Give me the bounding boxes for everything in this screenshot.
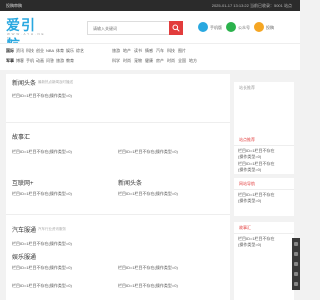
nav-item[interactable]: 综艺 <box>76 48 84 54</box>
wechat-icon <box>226 22 236 32</box>
main-content: 新闻头条 最新热点新闻及时播送 栏目ID=1栏目不存在(操作类型=0) 故事汇 … <box>6 74 230 300</box>
divider <box>234 233 294 234</box>
nav-item[interactable]: 资讯 <box>16 48 24 54</box>
sidebar-card-nav: 网站导航 栏目ID=1栏目不存在 (操作类型=0) <box>234 178 294 216</box>
section-desc: 汽车行业资讯服务 <box>38 227 66 231</box>
search-input[interactable] <box>88 22 170 34</box>
contribute-label: 投稿 <box>266 25 274 30</box>
nav-item[interactable]: 问答 <box>46 58 54 64</box>
card-line: (操作类型=0) <box>238 167 262 172</box>
mobile-label: 手机版 <box>210 25 222 30</box>
wechat-label: 公众号 <box>238 25 250 30</box>
divider <box>234 145 294 146</box>
divider <box>234 189 294 190</box>
card-title: 站长推荐 <box>239 85 255 90</box>
nav-item[interactable]: NBA <box>46 48 54 53</box>
nav-item[interactable]: 军事 <box>6 58 14 64</box>
list-item[interactable]: 栏目ID=1栏目不存在(操作类型=0) <box>12 264 72 271</box>
back-to-top-icon[interactable] <box>294 282 298 286</box>
search-box <box>87 21 183 35</box>
sidebar-card-recommend: 站长推荐 <box>234 82 294 134</box>
sidebar-card-stories: 故事汇 栏目ID=1栏目不存在 (操作类型=0) <box>234 222 294 300</box>
nav-item[interactable]: 读书 <box>134 48 142 54</box>
nav-item[interactable]: 博客 <box>16 58 24 64</box>
nav-item[interactable]: 娱乐 <box>66 48 74 54</box>
card-line: (操作类型=0) <box>238 198 262 203</box>
card-line: (操作类型=0) <box>238 154 262 159</box>
qr-icon[interactable] <box>294 242 298 246</box>
section-title-2: 新闻头条 <box>118 181 143 187</box>
card-line: (操作类型=0) <box>238 242 262 247</box>
header-links: 手机版 公众号 投稿 <box>198 21 278 35</box>
section-title: 娱乐服通 <box>12 255 37 261</box>
list-item[interactable]: 栏目ID=1栏目不存在(操作类型=0) <box>118 264 178 271</box>
search-button[interactable] <box>169 21 183 35</box>
nav-item[interactable]: 科技 <box>167 48 175 54</box>
nav-item[interactable]: 科技 <box>26 48 34 54</box>
nav-item[interactable]: 图片 <box>178 48 186 54</box>
list-item[interactable]: 栏目ID=1栏目不存在(操作类型=0) <box>12 282 72 289</box>
comment-icon[interactable] <box>294 262 298 266</box>
list-item[interactable]: 栏目ID=1栏目不存在(操作类型=0) <box>12 148 72 155</box>
site-status: 2025-01-17 13:13:22 当前已收录：5001 站点 <box>211 3 292 8</box>
nav-item[interactable]: 时尚 <box>167 58 175 64</box>
list-item[interactable]: 栏目ID=1栏目不存在(操作类型=0) <box>12 190 72 197</box>
nav-item[interactable]: 全国 <box>178 58 186 64</box>
nav-item[interactable]: 情感 <box>145 48 153 54</box>
nav-item[interactable]: 国际 <box>6 48 14 54</box>
nav-item[interactable]: 旅游 <box>112 48 120 54</box>
list-item[interactable]: 栏目ID=1栏目不存在(操作类型=0) <box>118 282 178 289</box>
nav-item[interactable]: 地方 <box>189 58 197 64</box>
nav-item[interactable]: 体育 <box>56 48 64 54</box>
category-nav: 国际 资讯 科技 创业 NBA 体育 娱乐 综艺 军事 博客 手机 动画 问答 旅游 教育 旅游 地产 读书 情感汽… <box>0 43 300 70</box>
logo-subtext: W W W . A Y H . N E T <box>7 32 45 40</box>
nav-item[interactable]: 旅游 <box>56 58 64 64</box>
section-title: 故事汇 <box>12 135 31 141</box>
header: 爱引航 W W W . A Y H . N E T 手机版 公众号 投稿 <box>0 11 300 54</box>
nav-item[interactable]: 动画 <box>36 58 44 64</box>
section-desc: 最新热点新闻及时播送 <box>38 80 73 84</box>
submit-review-link[interactable]: 投稿审稿 <box>6 3 22 9</box>
share-icon[interactable] <box>294 252 298 256</box>
nav-item[interactable]: 科学 <box>112 58 120 64</box>
list-item[interactable]: 栏目ID=1栏目不存在(操作类型=0) <box>118 148 178 155</box>
section-title: 新闻头条 <box>12 81 37 87</box>
nav-item[interactable]: 房产 <box>156 58 164 64</box>
top-icon[interactable] <box>294 272 298 276</box>
submit-icon <box>254 22 264 32</box>
divider <box>6 122 230 123</box>
nav-item[interactable]: 健康 <box>145 58 153 64</box>
nav-item[interactable]: 手机 <box>26 58 34 64</box>
floating-toolbar[interactable] <box>292 238 300 290</box>
sidebar: 站长推荐 站点推荐 栏目ID=1栏目不存在 (操作类型=0) 栏目ID=1栏目不… <box>234 74 294 300</box>
divider <box>6 214 230 215</box>
nav-item[interactable]: 创业 <box>36 48 44 54</box>
list-item[interactable]: 栏目ID=1栏目不存在(操作类型=0) <box>12 240 72 247</box>
search-icon <box>172 24 180 32</box>
nav-item[interactable]: 宠物 <box>134 58 142 64</box>
card-title: 站点推荐 <box>239 137 255 142</box>
card-title: 故事汇 <box>239 225 251 230</box>
phone-icon <box>198 22 208 32</box>
list-item[interactable]: 栏目ID=1栏目不存在(操作类型=0) <box>12 92 72 99</box>
top-bar: 投稿审稿 2025-01-17 13:13:22 当前已收录：5001 站点 <box>0 0 300 11</box>
nav-item[interactable]: 时尚 <box>123 58 131 64</box>
nav-item[interactable]: 教育 <box>66 58 74 64</box>
sidebar-card-sites: 站点推荐 栏目ID=1栏目不存在 (操作类型=0) 栏目ID=1栏目不存在 (操… <box>234 134 294 174</box>
nav-item[interactable]: 汽车 <box>156 48 164 54</box>
nav-item[interactable]: 地产 <box>123 48 131 54</box>
site-logo[interactable]: 爱引航 W W W . A Y H . N E T <box>6 15 46 54</box>
section-title: 互联网+ <box>12 181 34 187</box>
card-title: 网站导航 <box>239 181 255 186</box>
list-item[interactable]: 栏目ID=1栏目不存在(操作类型=0) <box>118 190 178 197</box>
section-title: 汽车服通 <box>12 228 37 234</box>
